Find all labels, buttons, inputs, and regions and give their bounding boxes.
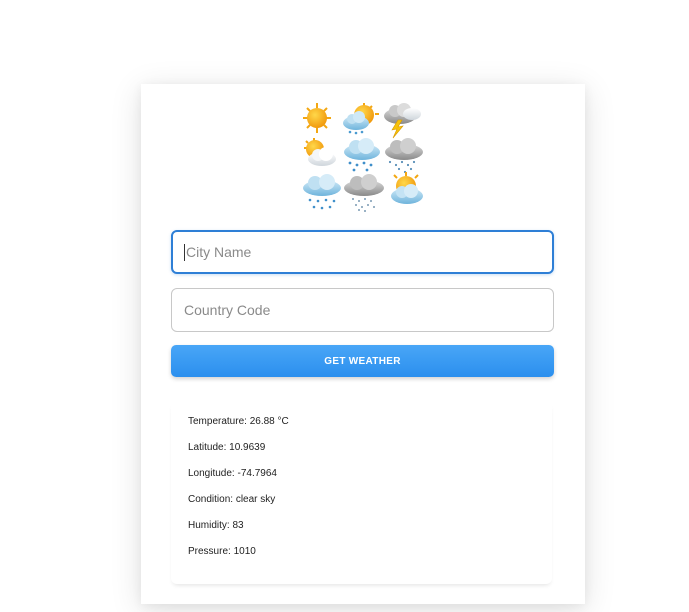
weather-results: Temperature: 26.88 °C Latitude: 10.9639 … [171,402,552,584]
sleet-cloud-icon [344,174,384,212]
sun-behind-cloud-icon [391,172,423,204]
text-caret [184,243,185,261]
humidity-value: 83 [232,520,244,531]
showers-cloud-icon [303,174,341,210]
condition-row: Condition: clear sky [188,494,275,505]
humidity-label: Humidity: [188,520,233,531]
latitude-row: Latitude: 10.9639 [188,442,265,453]
condition-value: clear sky [235,494,276,505]
city-name-input[interactable] [186,244,552,260]
condition-label: Condition: [188,494,236,505]
weather-card: GET WEATHER Temperature: 26.88 °C Latitu… [141,84,585,604]
rain-cloud-icon [344,138,380,172]
sun-cloud-icon [304,138,336,166]
get-weather-button[interactable]: GET WEATHER [171,345,554,377]
country-code-input[interactable] [184,302,553,318]
temperature-row: Temperature: 26.88 °C [188,416,289,427]
longitude-label: Longitude: [188,468,238,479]
country-code-field[interactable] [171,288,554,332]
sun-icon [303,103,331,133]
gray-rain-cloud-icon [385,138,423,174]
pressure-row: Pressure: 1010 [188,546,256,557]
pressure-label: Pressure: [188,546,234,557]
weather-icons-logo [303,103,423,212]
sun-rain-cloud-icon [343,103,379,135]
city-name-field[interactable] [171,230,554,274]
temperature-label: Temperature: [188,416,250,427]
latitude-value: 10.9639 [229,442,266,453]
longitude-row: Longitude: -74.7964 [188,468,277,479]
temperature-value: 26.88 °C [249,416,289,427]
pressure-value: 1010 [233,546,256,557]
longitude-value: -74.7964 [237,468,277,479]
thunderstorm-cloud-icon [384,103,421,139]
humidity-row: Humidity: 83 [188,520,244,531]
latitude-label: Latitude: [188,442,230,453]
